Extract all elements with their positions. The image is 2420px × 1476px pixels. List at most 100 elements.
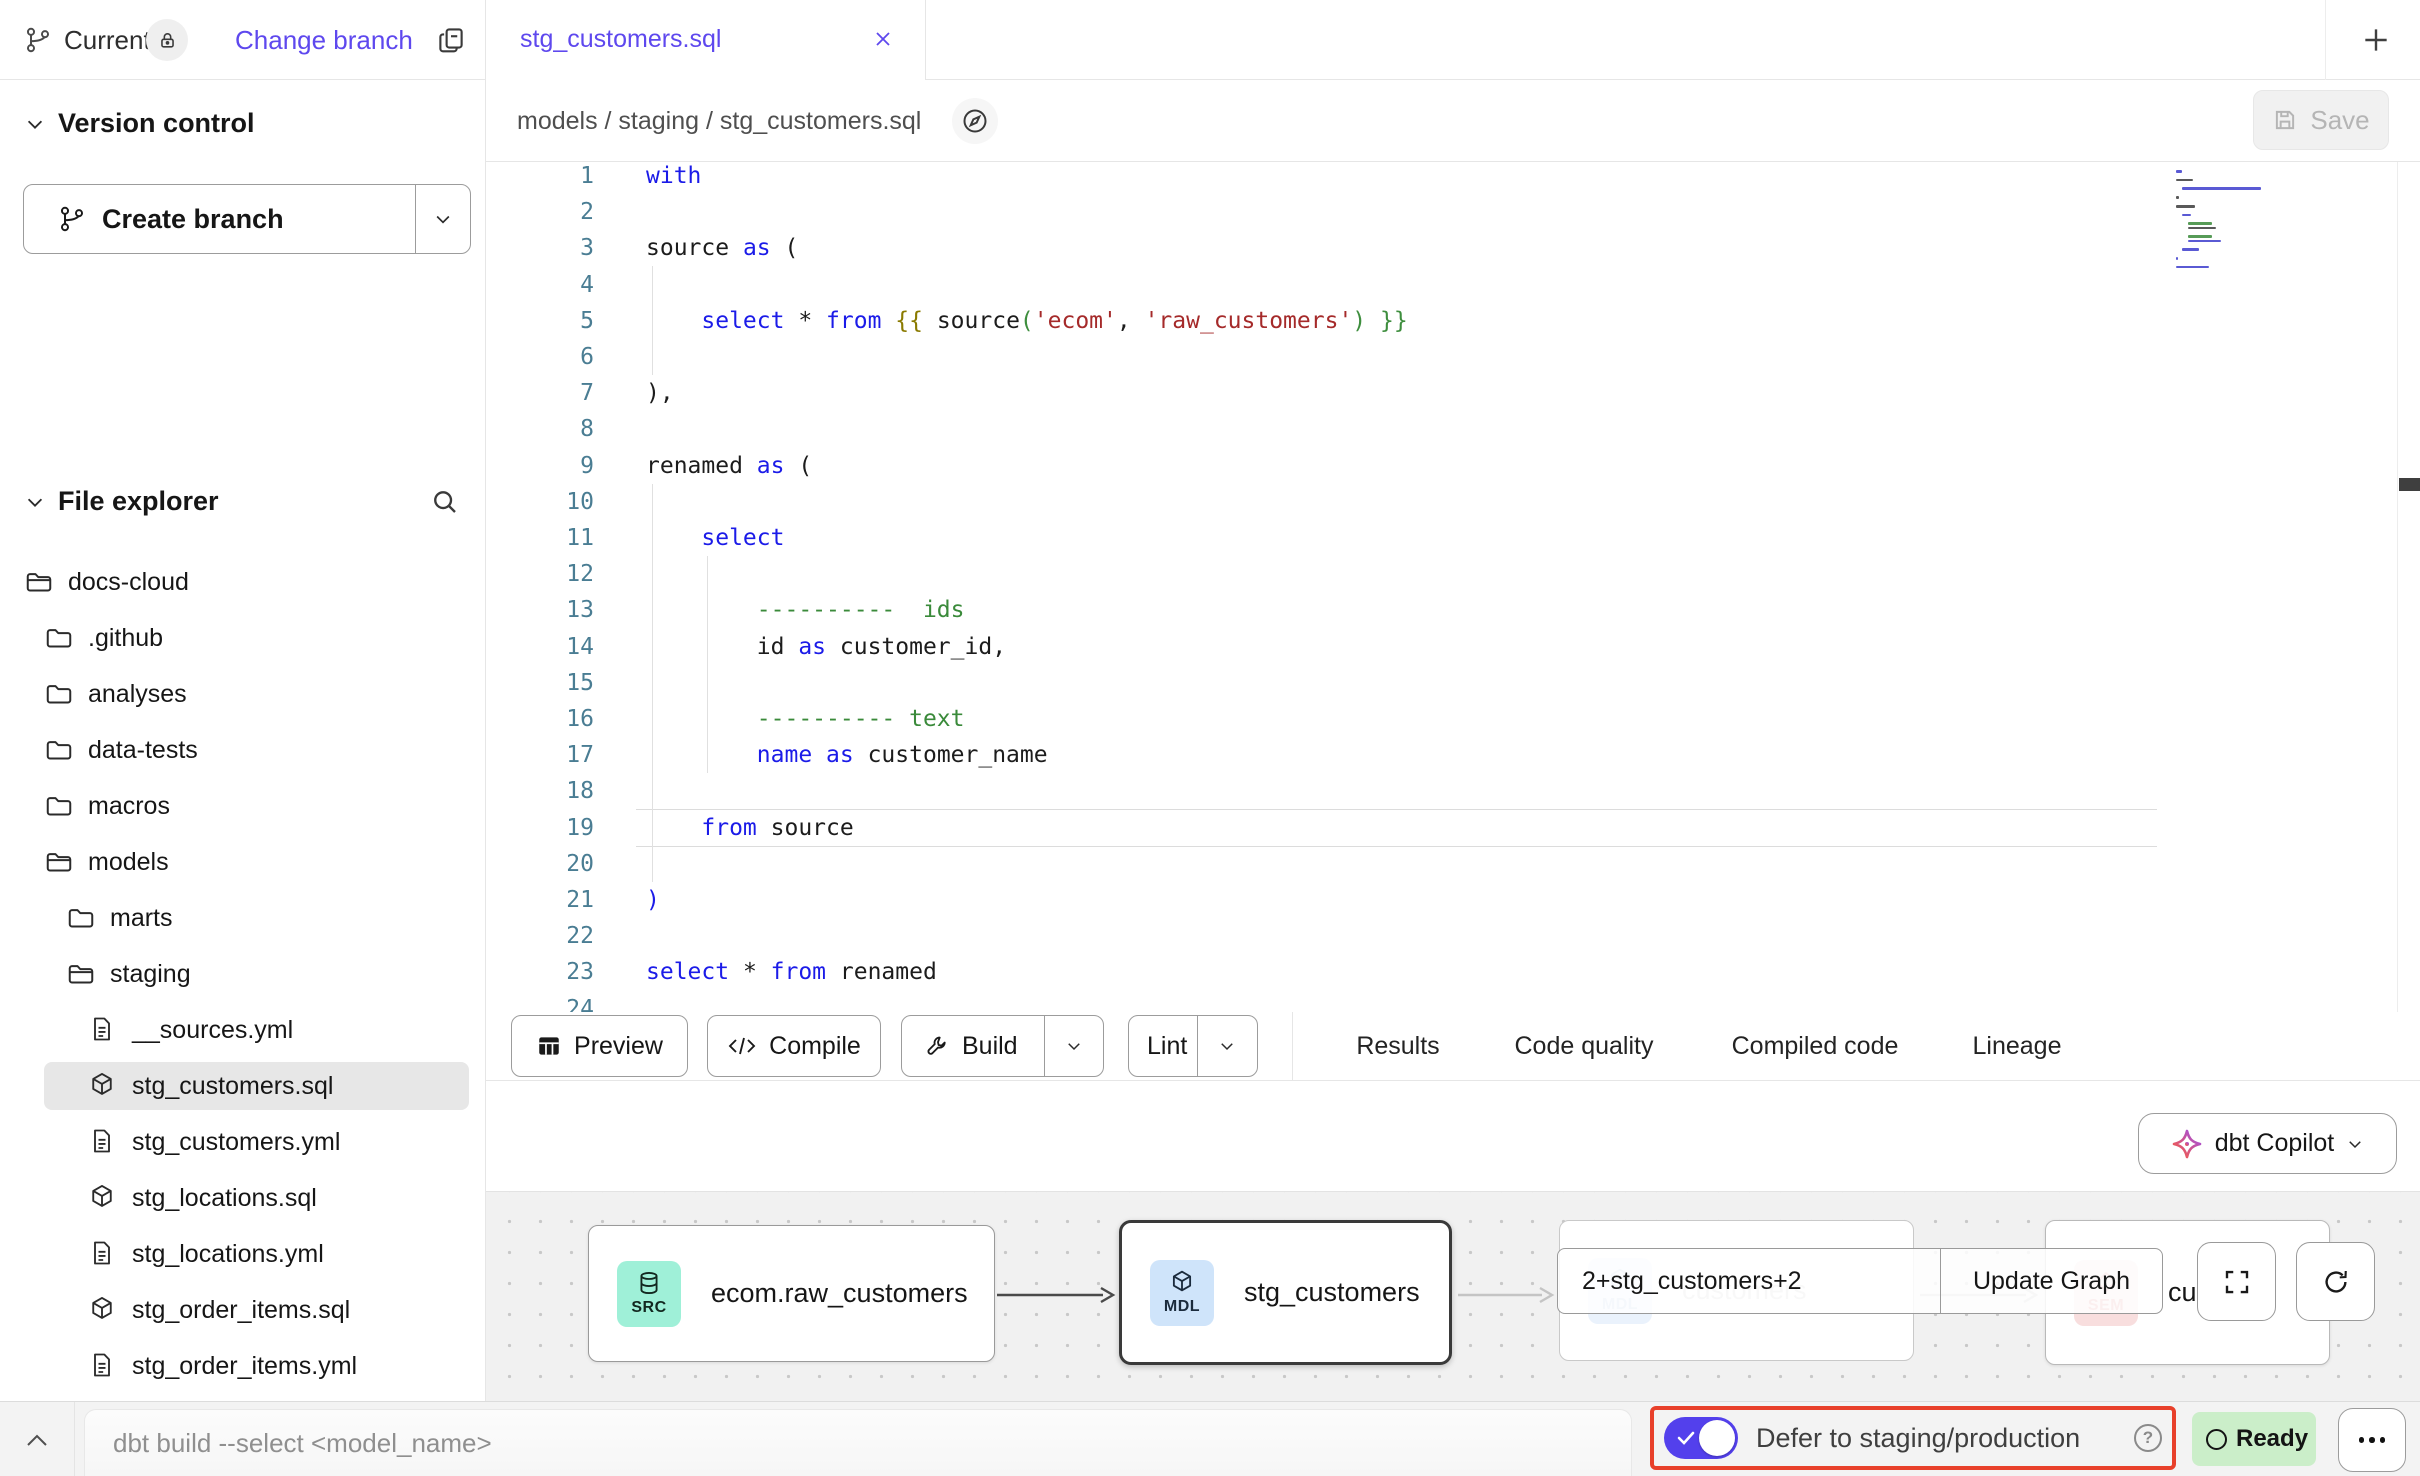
lineage-canvas[interactable]: SRC ecom.raw_customers MDL stg_customers <box>486 1191 2420 1401</box>
code-line-3[interactable]: 3source as ( <box>486 230 2420 267</box>
lint-dropdown[interactable] <box>1197 1016 1257 1076</box>
model-badge: MDL <box>1150 1260 1214 1326</box>
search-icon[interactable] <box>430 487 460 517</box>
more-options-button[interactable] <box>2338 1408 2406 1472</box>
code-line-4[interactable]: 4 <box>486 267 2420 304</box>
code-editor[interactable]: 1with23source as (45 select * from {{ so… <box>486 162 2420 1012</box>
save-button[interactable]: Save <box>2253 90 2389 150</box>
create-branch-main[interactable]: Create branch <box>24 185 416 253</box>
save-label: Save <box>2310 105 2369 136</box>
command-input[interactable]: dbt build --select <model_name> <box>84 1409 1632 1476</box>
file-tree-item-marts[interactable]: marts <box>0 890 471 946</box>
compile-button[interactable]: Compile <box>707 1015 881 1077</box>
minimap-line <box>2176 266 2209 269</box>
file-tree: docs-cloud.githubanalysesdata-testsmacro… <box>0 554 485 1400</box>
file-tree-item-stg-customers-yml[interactable]: stg_customers.yml <box>0 1114 471 1170</box>
code-line-16[interactable]: 16 ---------- text <box>486 701 2420 738</box>
file-icon <box>88 1015 116 1043</box>
create-branch-dropdown[interactable] <box>415 185 470 253</box>
copy-icon[interactable] <box>436 25 466 55</box>
code-line-12[interactable]: 12 <box>486 556 2420 593</box>
create-branch-button[interactable]: Create branch <box>23 184 471 254</box>
update-graph-button[interactable]: Update Graph <box>1941 1249 2162 1313</box>
code-line-8[interactable]: 8 <box>486 411 2420 448</box>
code-line-14[interactable]: 14 id as customer_id, <box>486 629 2420 666</box>
tab-code-quality[interactable]: Code quality <box>1515 1012 1654 1081</box>
file-name: marts <box>110 890 173 946</box>
minimap-line <box>2182 214 2191 217</box>
file-tree-item-stg-locations-sql[interactable]: stg_locations.sql <box>0 1170 471 1226</box>
file-tree-item-stg-order-items-yml[interactable]: stg_order_items.yml <box>0 1338 471 1394</box>
editor-minimap[interactable] <box>2176 170 2306 290</box>
file-explorer-header[interactable]: File explorer <box>0 473 485 529</box>
file-tree-item-data-tests[interactable]: data-tests <box>0 722 471 778</box>
editor-scrollbar-marker[interactable] <box>2399 478 2420 491</box>
code-line-1[interactable]: 1with <box>486 162 2420 195</box>
code-line-22[interactable]: 22 <box>486 918 2420 955</box>
code-line-23[interactable]: 23select * from renamed <box>486 954 2420 991</box>
fullscreen-button[interactable] <box>2197 1242 2276 1321</box>
code-line-13[interactable]: 13 ---------- ids <box>486 592 2420 629</box>
file-name: staging <box>110 946 191 1002</box>
tab-stg-customers-sql[interactable]: stg_customers.sql <box>486 0 926 80</box>
editor-toolbar: Preview Compile Build Lint Resul <box>486 1012 2420 1081</box>
file-tree-item-stg-locations-yml[interactable]: stg_locations.yml <box>0 1226 471 1282</box>
file-tree-item--github[interactable]: .github <box>0 610 471 666</box>
chevron-up-icon[interactable] <box>24 1432 50 1448</box>
code-line-20[interactable]: 20 <box>486 846 2420 883</box>
build-button[interactable]: Build <box>901 1015 1104 1077</box>
code-line-9[interactable]: 9renamed as ( <box>486 448 2420 485</box>
file-tree-item-docs-cloud[interactable]: docs-cloud <box>0 554 471 610</box>
code-line-11[interactable]: 11 select <box>486 520 2420 557</box>
line-number: 14 <box>486 629 594 666</box>
file-tree-item-staging[interactable]: staging <box>0 946 471 1002</box>
version-control-header[interactable]: Version control <box>0 95 485 151</box>
new-tab-button[interactable] <box>2344 12 2408 68</box>
preview-button[interactable]: Preview <box>511 1015 688 1077</box>
tab-lineage[interactable]: Lineage <box>1973 1012 2062 1081</box>
build-dropdown[interactable] <box>1044 1016 1103 1076</box>
line-number: 10 <box>486 484 594 521</box>
chevron-down-icon <box>2346 1135 2364 1153</box>
change-branch-link[interactable]: Change branch <box>235 0 413 80</box>
code-line-2[interactable]: 2 <box>486 194 2420 231</box>
folder-icon <box>44 791 74 821</box>
folder-icon <box>44 679 74 709</box>
tab-compiled-code[interactable]: Compiled code <box>1732 1012 1899 1081</box>
lineage-selector-input[interactable]: 2+stg_customers+2 <box>1558 1249 1941 1313</box>
file-tree-item-macros[interactable]: macros <box>0 778 471 834</box>
file-icon <box>88 1239 116 1267</box>
file-tree-item--sources-yml[interactable]: __sources.yml <box>0 1002 471 1058</box>
status-badge-ready[interactable]: Ready <box>2192 1412 2316 1466</box>
lineage-node-source[interactable]: SRC ecom.raw_customers <box>588 1225 995 1362</box>
code-line-7[interactable]: 7), <box>486 375 2420 412</box>
defer-toggle[interactable] <box>1664 1417 1738 1459</box>
file-tree-item-stg-order-items-sql[interactable]: stg_order_items.sql <box>0 1282 471 1338</box>
code-line-18[interactable]: 18 <box>486 773 2420 810</box>
lineage-node-stg-customers[interactable]: MDL stg_customers <box>1119 1220 1452 1365</box>
code-line-10[interactable]: 10 <box>486 484 2420 521</box>
preview-label: Preview <box>574 1032 663 1061</box>
code-line-17[interactable]: 17 name as customer_name <box>486 737 2420 774</box>
line-number: 20 <box>486 846 594 883</box>
code-line-15[interactable]: 15 <box>486 665 2420 702</box>
explore-chip[interactable] <box>952 98 998 144</box>
file-tree-item-analyses[interactable]: analyses <box>0 666 471 722</box>
code-line-24[interactable]: 24 <box>486 991 2420 1012</box>
line-content: from source <box>646 810 854 847</box>
code-line-6[interactable]: 6 <box>486 339 2420 376</box>
code-line-21[interactable]: 21) <box>486 882 2420 919</box>
close-icon[interactable] <box>871 27 895 51</box>
help-icon[interactable]: ? <box>2134 1424 2162 1452</box>
file-name: stg_customers.sql <box>132 1058 333 1114</box>
tab-results[interactable]: Results <box>1356 1012 1439 1081</box>
file-tree-item-stg-customers-sql[interactable]: stg_customers.sql <box>0 1058 471 1114</box>
file-tree-item-models[interactable]: models <box>0 834 471 890</box>
line-number: 11 <box>486 520 594 557</box>
lint-button[interactable]: Lint <box>1128 1015 1258 1077</box>
code-line-19[interactable]: 19 from source <box>486 810 2420 847</box>
dbt-copilot-button[interactable]: dbt Copilot <box>2138 1113 2397 1174</box>
badge-label: SRC <box>631 1299 666 1317</box>
code-line-5[interactable]: 5 select * from {{ source('ecom', 'raw_c… <box>486 303 2420 340</box>
refresh-button[interactable] <box>2296 1242 2375 1321</box>
